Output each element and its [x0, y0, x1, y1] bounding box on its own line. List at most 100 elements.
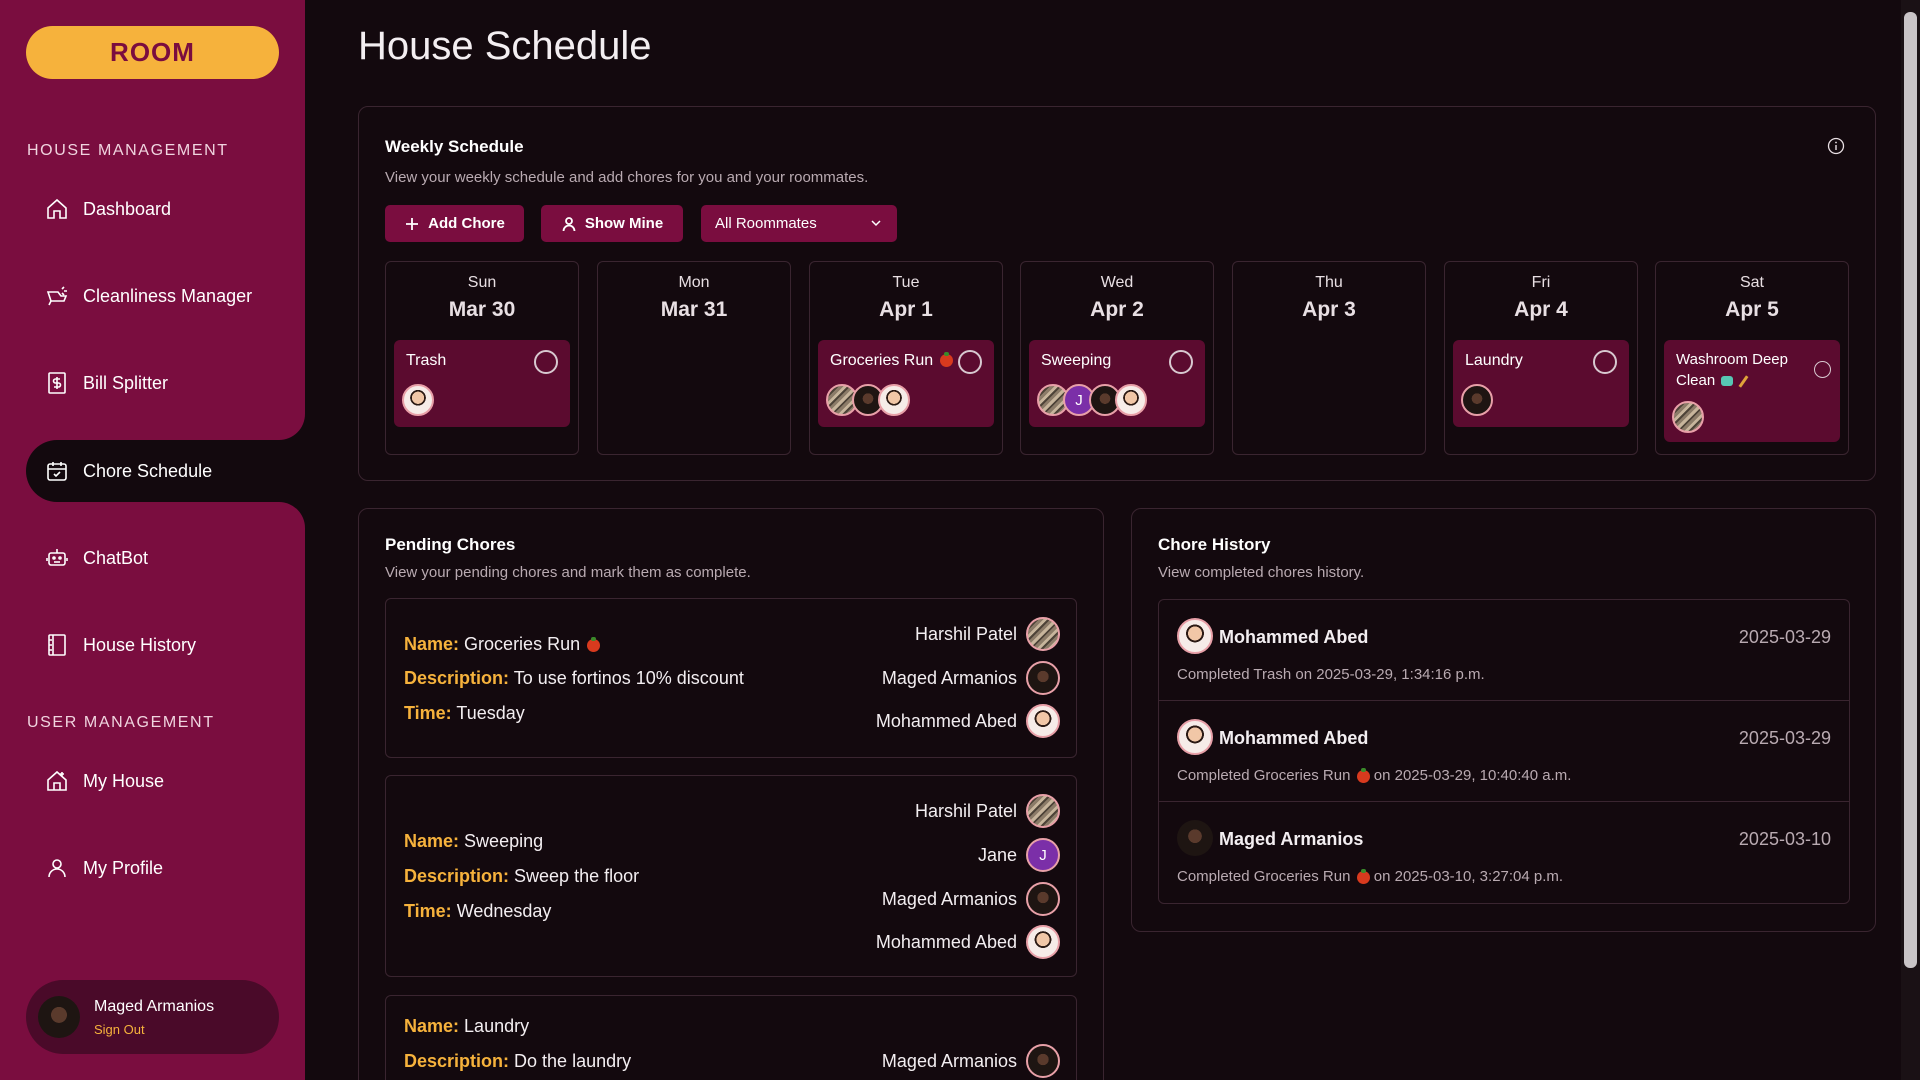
info-icon[interactable]: [1827, 137, 1845, 155]
sidebar-item-house-history[interactable]: House History: [0, 614, 305, 676]
sidebar-item-chore-schedule[interactable]: Chore Schedule: [26, 440, 305, 502]
page-scrollbar[interactable]: [1901, 0, 1920, 1080]
chore-description-row: Description: To use fortinos 10% discoun…: [404, 668, 744, 689]
avatar: [38, 996, 80, 1038]
day-name: Mon: [678, 274, 710, 291]
avatar: [1026, 794, 1060, 828]
sidebar-item-label: My Profile: [83, 857, 164, 878]
history-description: Completed Trash on 2025-03-29, 1:34:16 p…: [1177, 666, 1485, 683]
avatar: [1026, 704, 1060, 738]
complete-toggle[interactable]: [1593, 350, 1617, 374]
sidebar-item-cleanliness[interactable]: Cleanliness Manager: [0, 265, 305, 327]
active-tab-corner: [279, 414, 305, 440]
sidebar-item-chatbot[interactable]: ChatBot: [0, 527, 305, 589]
tomato-icon: [1356, 868, 1370, 884]
chore-history-list: Mohammed Abed 2025-03-29 Completed Trash…: [1158, 599, 1850, 904]
chore-history-title: Chore History: [1158, 535, 1271, 554]
history-date: 2025-03-10: [1738, 829, 1831, 849]
history-date: 2025-03-29: [1738, 627, 1831, 647]
room-logo[interactable]: ROOM: [26, 26, 279, 79]
avatar: [1177, 618, 1213, 654]
sidebar-item-label: Chore Schedule: [83, 460, 213, 481]
assignee: Harshil Patel: [915, 794, 1060, 828]
history-row: Mohammed Abed 2025-03-29 Completed Groce…: [1159, 701, 1849, 802]
roommate-filter-select[interactable]: All Roommates: [701, 205, 897, 242]
chore-name-row: Name: Groceries Run: [404, 634, 601, 655]
tomato-icon: [939, 352, 953, 368]
sidebar-item-my-house[interactable]: My House: [0, 750, 305, 812]
history-desc-time: on 2025-03-10, 3:27:04 p.m.: [1373, 868, 1564, 885]
field-label: Description:: [404, 1051, 510, 1071]
day-column-mon: Mon Mar 31: [597, 261, 791, 455]
history-description: Completed Groceries Run on 2025-03-10, 3…: [1177, 868, 1563, 885]
assignee: Maged Armanios: [882, 661, 1060, 695]
pending-chore-item: Name: Groceries Run Description: To use …: [385, 598, 1077, 758]
history-date: 2025-03-29: [1738, 728, 1831, 748]
history-row: Mohammed Abed 2025-03-29 Completed Trash…: [1159, 600, 1849, 701]
assignee-name: Maged Armanios: [881, 1050, 1017, 1071]
assignee: Mohammed Abed: [876, 925, 1060, 959]
chore-description-row: Description: Do the laundry: [404, 1051, 631, 1072]
day-name: Fri: [1531, 274, 1551, 291]
complete-toggle[interactable]: [534, 350, 558, 374]
assignee: Maged Armanios: [882, 882, 1060, 916]
sidebar-item-label: House History: [83, 634, 197, 655]
sidebar-item-label: Dashboard: [83, 198, 172, 219]
complete-toggle[interactable]: [958, 350, 982, 374]
logo-text: ROOM: [110, 37, 195, 67]
complete-toggle[interactable]: [1169, 350, 1193, 374]
show-mine-label: Show Mine: [584, 215, 664, 232]
day-name: Sat: [1739, 274, 1764, 291]
sign-out-link[interactable]: Sign Out: [94, 1022, 214, 1037]
assignee-name: Mohammed Abed: [875, 931, 1017, 952]
sidebar-item-my-profile[interactable]: My Profile: [0, 837, 305, 899]
chore-description: To use fortinos 10% discount: [513, 668, 744, 688]
tomato-icon: [587, 636, 601, 652]
history-description: Completed Groceries Run on 2025-03-29, 1…: [1177, 767, 1571, 784]
show-mine-button[interactable]: Show Mine: [541, 205, 683, 242]
chore-chip-text: Groceries Run: [830, 352, 934, 369]
pending-chores-title: Pending Chores: [385, 535, 516, 554]
chore-name-row: Name: Laundry: [404, 1016, 529, 1037]
avatar: [1026, 617, 1060, 651]
day-name: Thu: [1315, 274, 1343, 291]
field-label: Name:: [404, 634, 460, 654]
scrollbar-thumb[interactable]: [1904, 12, 1917, 968]
weekly-schedule-title: Weekly Schedule: [385, 137, 524, 156]
sidebar-item-label: My House: [83, 770, 165, 791]
chore-chip[interactable]: Groceries Run: [818, 340, 994, 427]
chore-chip[interactable]: Sweeping J: [1029, 340, 1205, 427]
page-title: House Schedule: [358, 24, 652, 68]
assignee-name: Harshil Patel: [914, 623, 1017, 644]
chore-chip[interactable]: Laundry: [1453, 340, 1629, 427]
chore-chip[interactable]: Trash: [394, 340, 570, 427]
field-label: Time:: [404, 703, 452, 723]
sidebar-item-label: ChatBot: [83, 547, 149, 568]
day-date: Mar 30: [448, 298, 516, 321]
day-column-wed: Wed Apr 2 Sweeping J: [1020, 261, 1214, 455]
chore-description: Do the laundry: [514, 1051, 632, 1071]
pending-chores-subtitle: View your pending chores and mark them a…: [385, 564, 751, 581]
roommate-filter-value: All Roommates: [715, 215, 817, 232]
sidebar-item-label: Bill Splitter: [83, 372, 169, 393]
chore-time: Wednesday: [456, 901, 552, 921]
chore-chip[interactable]: Washroom Deep Clean: [1664, 340, 1840, 442]
chore-history-subtitle: View completed chores history.: [1158, 564, 1365, 581]
chore-time: Tuesday: [456, 703, 525, 723]
avatar: [878, 384, 910, 416]
chore-name-row: Name: Sweeping: [404, 831, 543, 852]
day-name: Wed: [1100, 274, 1134, 291]
add-chore-button[interactable]: Add Chore: [385, 205, 524, 242]
user-management-heading: USER MANAGEMENT: [27, 714, 215, 731]
sidebar-item-bill-splitter[interactable]: Bill Splitter: [0, 352, 305, 414]
sidebar-item-dashboard[interactable]: Dashboard: [0, 178, 305, 240]
day-column-tue: Tue Apr 1 Groceries Run: [809, 261, 1003, 455]
avatar: [1026, 661, 1060, 695]
day-column-sun: Sun Mar 30 Trash: [385, 261, 579, 455]
day-date: Apr 3: [1302, 298, 1356, 321]
pending-chore-item: Name: Sweeping Description: Sweep the fl…: [385, 775, 1077, 977]
day-date: Apr 1: [879, 298, 933, 321]
chore-chip-name: Groceries Run: [830, 352, 953, 370]
complete-toggle[interactable]: [1814, 361, 1831, 378]
day-name: Tue: [892, 274, 920, 291]
